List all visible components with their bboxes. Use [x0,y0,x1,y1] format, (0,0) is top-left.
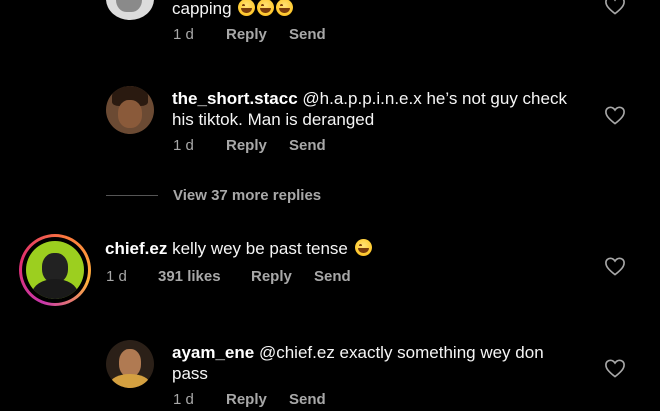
heart-icon[interactable] [604,358,626,378]
send-button[interactable]: Send [289,26,326,43]
comment-timestamp: 1 d [173,137,194,154]
comment-body-line1: @h.a.p.p.i.n.e.x he’s not guy check [302,89,567,108]
comment-username[interactable]: chief.ez [105,239,167,258]
view-more-replies-label[interactable]: View 37 more replies [173,187,321,204]
comment-text: capping [172,0,294,19]
comment-timestamp: 1 d [106,268,127,285]
heart-icon[interactable] [604,0,626,15]
comment-body-line2: pass [172,364,208,383]
avatar[interactable] [106,86,154,134]
avatar[interactable] [106,340,154,388]
reply-button[interactable]: Reply [226,26,267,43]
send-button[interactable]: Send [314,268,351,285]
avatar[interactable] [106,0,154,20]
comment-username[interactable]: ayam_ene [172,343,254,362]
laughing-emoji-icon [354,239,372,256]
heart-icon[interactable] [604,105,626,125]
laughing-emoji-icon [238,0,256,16]
send-button[interactable]: Send [289,137,326,154]
comment-body-line2: his tiktok. Man is deranged [172,110,375,129]
comment-username[interactable]: the_short.stacc [172,89,298,108]
comment-body-line1: @chief.ez exactly something wey don [258,343,544,362]
likes-count[interactable]: 391 likes [158,268,221,285]
comment-timestamp: 1 d [173,26,194,43]
heart-icon[interactable] [604,256,626,276]
divider [106,195,158,196]
laughing-emoji-icon [276,0,294,16]
laughing-emoji-icon [257,0,275,16]
comment-body: kelly wey be past tense [172,239,348,258]
reply-button[interactable]: Reply [251,268,292,285]
comment-text: ayam_ene @chief.ez exactly something wey… [172,342,592,384]
comment-text: chief.ez kelly wey be past tense [105,238,372,259]
comment-text: the_short.stacc @h.a.p.p.i.n.e.x he’s no… [172,88,592,130]
reply-button[interactable]: Reply [226,137,267,154]
